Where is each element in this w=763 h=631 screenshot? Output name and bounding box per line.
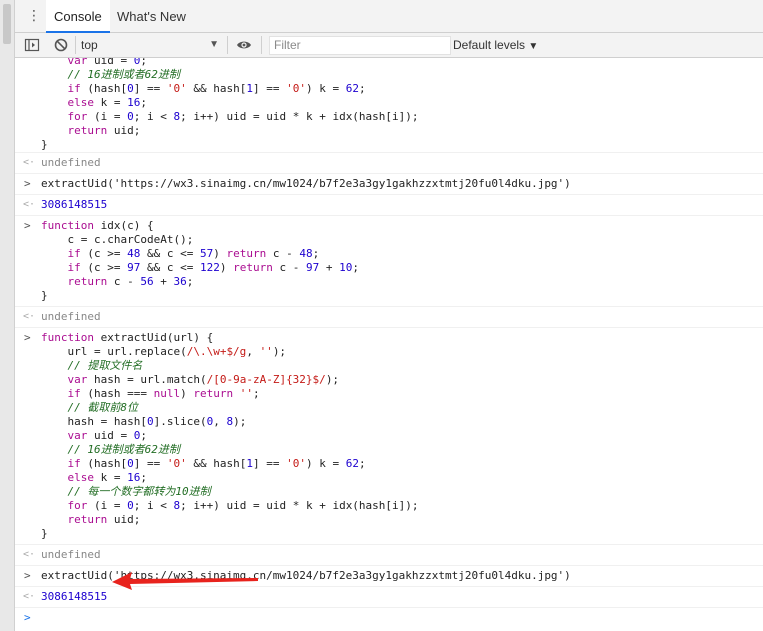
log-levels-dropdown[interactable]: Default levels ▼ (453, 36, 538, 54)
code-line: } (41, 289, 48, 302)
prompt-chevron-icon: > (24, 611, 31, 624)
toolbar-divider (227, 36, 228, 54)
console-input-block: var uid = 0; // 16进制或者62进制 if (hash[0] =… (15, 58, 763, 153)
result-arrow-icon: <· (23, 549, 36, 560)
result-value: undefined (41, 310, 101, 323)
code-line: else k = 16; (67, 471, 148, 484)
console-output[interactable]: var uid = 0; // 16进制或者62进制 if (hash[0] =… (15, 58, 763, 631)
code-line: hash = hash[0].slice(0, 8); (41, 415, 247, 428)
result-value: undefined (41, 548, 101, 561)
toolbar-divider (75, 36, 76, 54)
result-arrow-icon: <· (23, 311, 36, 322)
code-line: else k = 16; (67, 96, 148, 109)
prompt-chevron-icon: > (24, 331, 31, 344)
console-input-block: > function idx(c) { c = c.charCodeAt(); i… (15, 216, 763, 307)
code-comment: // 16进制或者62进制 (41, 68, 180, 81)
context-selector-value: top (81, 38, 98, 52)
console-result: <· undefined (15, 153, 763, 174)
dropdown-triangle-icon: ▼ (528, 41, 539, 52)
code-line: for (i = 0; i < 8; i++) uid = uid * k + … (67, 499, 419, 512)
code-comment: // 16进制或者62进制 (41, 443, 180, 456)
result-arrow-icon: <· (23, 199, 36, 210)
prompt-chevron-icon: > (24, 219, 31, 232)
console-result: <· undefined (15, 545, 763, 566)
prompt-chevron-icon: > (24, 569, 31, 582)
console-toolbar: top ▼ Filter Default levels ▼ (15, 33, 763, 58)
console-result: <· undefined (15, 307, 763, 328)
devtools-tabbar: ⋮ Console What's New (15, 0, 763, 33)
clear-console-icon[interactable] (53, 37, 69, 53)
code-line: url = url.replace(/\.\w+$/g, ''); (41, 345, 287, 358)
prompt-chevron-icon: > (24, 177, 31, 190)
code-comment: // 截取前8位 (41, 401, 138, 414)
code-line: var uid = 0; (41, 58, 147, 67)
code-line: extractUid('https://wx3.sinaimg.cn/mw102… (41, 177, 571, 190)
code-line: var uid = 0; (67, 429, 147, 442)
code-line: return uid; (67, 513, 141, 526)
code-comment: // 提取文件名 (41, 359, 143, 372)
result-value: 3086148515 (41, 198, 108, 211)
code-line: extractUid('https://wx3.sinaimg.cn/mw102… (41, 569, 571, 582)
scrollbar-thumb[interactable] (3, 4, 11, 44)
code-line: if (hash[0] == '0' && hash[1] == '0') k … (67, 82, 366, 95)
code-line: } (41, 138, 48, 151)
code-comment: // 每一个数字都转为10进制 (41, 485, 211, 498)
code-line: if (c >= 97 && c <= 122) return c - 97 +… (67, 261, 359, 274)
context-selector[interactable]: top ▼ (81, 36, 219, 54)
result-value: 3086148515 (41, 590, 108, 603)
code-line: return uid; (67, 124, 141, 137)
more-options-icon[interactable]: ⋮ (27, 8, 41, 24)
code-line: var hash = url.match(/[0-9a-zA-Z]{32}$/)… (67, 373, 340, 386)
console-input-block: > function extractUid(url) { url = url.re… (15, 328, 763, 545)
console-input-block: > extractUid('https://wx3.sinaimg.cn/mw10… (15, 566, 763, 587)
tab-console[interactable]: Console (46, 0, 110, 33)
code-line: if (hash === null) return ''; (67, 387, 260, 400)
code-line: for (i = 0; i < 8; i++) uid = uid * k + … (67, 110, 419, 123)
tab-whats-new[interactable]: What's New (109, 0, 194, 32)
dropdown-triangle-icon: ▼ (209, 39, 219, 50)
eye-icon[interactable] (236, 37, 252, 53)
toolbar-divider (261, 36, 262, 54)
code-line: if (hash[0] == '0' && hash[1] == '0') k … (67, 457, 366, 470)
filter-input[interactable]: Filter (269, 36, 451, 55)
result-value: undefined (41, 156, 101, 169)
console-result: <· 3086148515 (15, 587, 763, 608)
code-line: } (41, 527, 48, 540)
console-prompt[interactable]: > (15, 608, 763, 628)
code-line: if (c >= 48 && c <= 57) return c - 48; (67, 247, 320, 260)
result-arrow-icon: <· (23, 591, 36, 602)
left-scrollbar[interactable] (0, 0, 15, 631)
result-arrow-icon: <· (23, 157, 36, 168)
code-line: c = c.charCodeAt(); (41, 233, 194, 246)
console-input-block: > extractUid('https://wx3.sinaimg.cn/mw10… (15, 174, 763, 195)
log-levels-label: Default levels (453, 38, 526, 52)
code-line: return c - 56 + 36; (67, 275, 194, 288)
console-result: <· 3086148515 (15, 195, 763, 216)
sidebar-toggle-icon[interactable] (24, 37, 40, 53)
